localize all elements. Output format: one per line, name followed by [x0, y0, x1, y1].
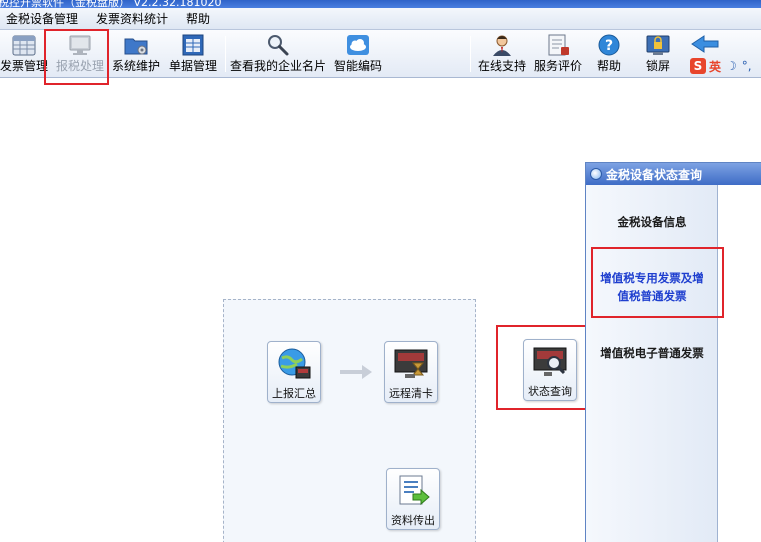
document-management-button[interactable]: 单据管理 — [167, 32, 219, 76]
toolbar: 发票管理 报税处理 系统维护 单据管理 查看我的企业名片 智能编码 在线支持 服… — [0, 30, 761, 78]
document-export-icon — [395, 474, 431, 508]
svg-text:?: ? — [605, 38, 613, 54]
sidebar-item-electronic-invoices[interactable]: 增值税电子普通发票 — [586, 345, 718, 361]
document-calendar-icon — [179, 32, 207, 58]
smart-coding-button[interactable]: 智能编码 — [332, 32, 384, 76]
status-window-sidebar: 金税设备信息 增值税专用发票及增 值税普通发票 增值税电子普通发票 — [586, 185, 718, 542]
ime-language-label: 英 — [709, 59, 722, 74]
back-arrow-icon[interactable] — [690, 34, 720, 54]
menu-tax-device[interactable]: 金税设备管理 — [6, 10, 78, 27]
window-app-icon — [590, 168, 602, 180]
system-maintenance-button[interactable]: 系统维护 — [111, 32, 161, 76]
online-support-button[interactable]: 在线支持 — [476, 32, 528, 76]
service-evaluation-button[interactable]: 服务评价 — [532, 32, 584, 76]
sidebar-item-device-info[interactable]: 金税设备信息 — [586, 214, 718, 230]
lock-screen-button[interactable]: 锁屏 — [640, 32, 676, 76]
sogou-ime-icon: S — [690, 58, 706, 74]
window-title: 税控开票软件（金税盘版） V2.2.32.181020 — [0, 0, 222, 8]
report-summary-node[interactable]: 上报汇总 — [267, 341, 321, 403]
globe-monitor-icon — [276, 347, 312, 381]
invoice-grid-icon — [10, 32, 38, 58]
ime-moon-icon: ☽ — [726, 59, 737, 73]
menu-invoice-stats[interactable]: 发票资料统计 — [96, 10, 168, 27]
window-title-bar: 税控开票软件（金税盘版） V2.2.32.181020 — [0, 0, 761, 8]
company-card-button[interactable]: 查看我的企业名片 — [230, 32, 326, 76]
help-icon: ? — [595, 32, 623, 58]
status-query-window: 金税设备状态查询 金税设备信息 增值税专用发票及增 值税普通发票 增值税电子普通… — [585, 162, 761, 542]
help-button[interactable]: ? 帮助 — [591, 32, 627, 76]
highlight-tax-filing — [44, 29, 109, 85]
ime-punct-icon: °, — [741, 59, 752, 73]
hourglass-monitor-icon — [393, 347, 429, 381]
magnifier-icon — [264, 32, 292, 58]
lock-screen-icon — [644, 32, 672, 58]
toolbar-separator — [470, 36, 471, 72]
status-window-titlebar: 金税设备状态查询 — [586, 163, 761, 185]
support-person-icon — [488, 32, 516, 58]
menu-help[interactable]: 帮助 — [186, 10, 210, 27]
status-window-title: 金税设备状态查询 — [606, 167, 703, 182]
toolbar-separator — [225, 36, 226, 72]
data-export-node[interactable]: 资料传出 — [386, 468, 440, 530]
flow-arrow-icon — [338, 362, 374, 385]
menu-bar: 金税设备管理 发票资料统计 帮助 — [0, 8, 761, 30]
ime-toolbar[interactable]: S 英 ☽ °, — [690, 57, 752, 75]
remote-clear-card-node[interactable]: 远程清卡 — [384, 341, 438, 403]
cloud-icon — [344, 32, 372, 58]
tax-flow-panel: 上报汇总 远程清卡 资料传出 — [223, 299, 476, 542]
highlight-status-query — [496, 325, 590, 410]
folder-gear-icon — [122, 32, 150, 58]
invoice-management-button[interactable]: 发票管理 — [0, 32, 48, 76]
evaluation-icon — [544, 32, 572, 58]
highlight-vat-invoices — [591, 247, 724, 318]
